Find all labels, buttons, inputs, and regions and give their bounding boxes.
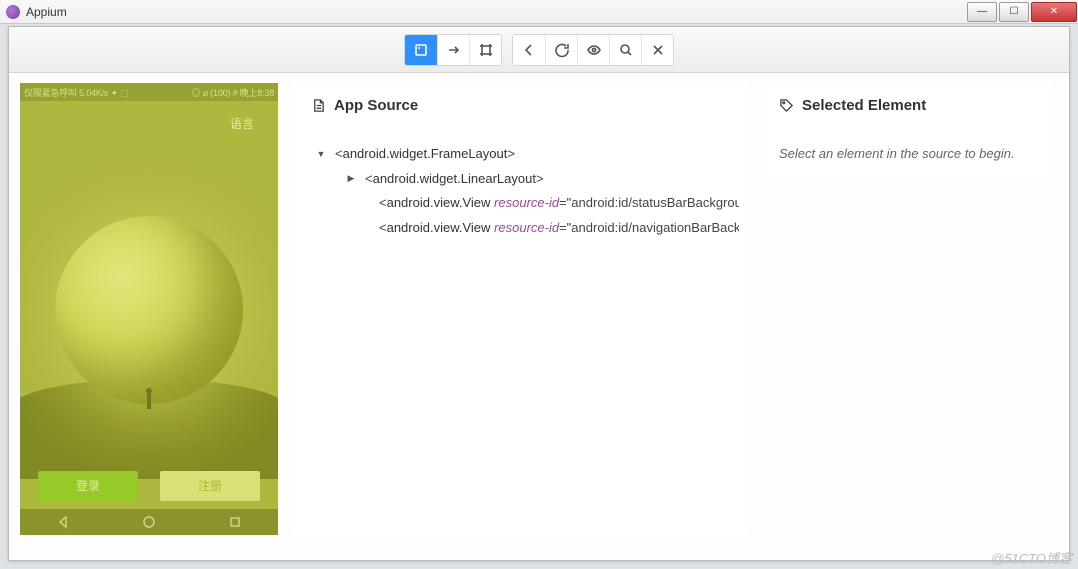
tool-group-actions [512,34,674,66]
tree-node[interactable]: ▼ <android.widget.FrameLayout> [315,142,739,167]
login-button[interactable]: 登录 [38,471,138,501]
tag-icon [779,98,794,113]
globe-graphic [55,216,243,404]
app-source-title: App Source [334,97,418,114]
device-screenshot-panel[interactable]: 仅限紧急呼叫 5.04K/s ✦ ⬚ ◎ ⌀ (100) # 晚上8:38 语言… [20,83,278,535]
tool-group-modes [404,34,502,66]
selected-element-title: Selected Element [802,97,926,114]
status-left: 仅限紧急呼叫 5.04K/s ✦ ⬚ [24,86,128,99]
quit-session-button[interactable] [641,35,673,65]
person-silhouette [145,388,153,410]
content-area: 仅限紧急呼叫 5.04K/s ✦ ⬚ ◎ ⌀ (100) # 晚上8:38 语言… [9,73,1069,560]
file-icon [311,98,326,113]
back-button[interactable] [513,35,545,65]
nav-recent-icon[interactable] [228,515,242,529]
app-frame: 仅限紧急呼叫 5.04K/s ✦ ⬚ ◎ ⌀ (100) # 晚上8:38 语言… [8,26,1070,561]
window-title: Appium [26,5,960,19]
maximize-button[interactable]: ☐ [999,2,1029,22]
device-buttons: 登录 注册 [20,471,278,501]
globe-wrap [20,165,278,455]
search-button[interactable] [609,35,641,65]
register-button[interactable]: 注册 [160,471,260,501]
nav-home-icon[interactable] [142,515,156,529]
device-status-bar: 仅限紧急呼叫 5.04K/s ✦ ⬚ ◎ ⌀ (100) # 晚上8:38 [20,83,278,101]
refresh-button[interactable] [545,35,577,65]
tap-mode-button[interactable] [469,35,501,65]
watermark: @51CTO博客 [991,548,1072,567]
app-source-panel: App Source ▼ <android.widget.FrameLayout… [293,83,747,535]
close-button[interactable]: ✕ [1031,2,1077,22]
minimize-button[interactable]: — [967,2,997,22]
selected-element-panel: Selected Element Select an element in th… [761,83,1051,177]
eye-button[interactable] [577,35,609,65]
select-mode-button[interactable] [405,35,437,65]
selected-element-header: Selected Element [761,83,1051,128]
app-icon [6,5,20,19]
language-label: 语言 [20,101,278,132]
tree-node[interactable]: ▶ <android.widget.LinearLayout> [315,167,739,192]
caret-down-icon[interactable]: ▼ [315,146,327,163]
selected-hint: Select an element in the source to begin… [761,128,1051,161]
nav-back-icon[interactable] [56,515,70,529]
toolbar [9,27,1069,73]
device-nav-bar [20,509,278,535]
tree-node[interactable]: <android.view.View resource-id="android:… [315,216,739,241]
source-tree: ▼ <android.widget.FrameLayout> ▶ <androi… [293,128,747,241]
caret-right-icon[interactable]: ▶ [345,170,357,187]
status-right: ◎ ⌀ (100) # 晚上8:38 [192,86,274,99]
window-titlebar: Appium — ☐ ✕ [0,0,1078,24]
swipe-mode-button[interactable] [437,35,469,65]
tree-node[interactable]: <android.view.View resource-id="android:… [315,191,739,216]
window-controls: — ☐ ✕ [966,2,1078,22]
app-source-header: App Source [293,83,747,128]
